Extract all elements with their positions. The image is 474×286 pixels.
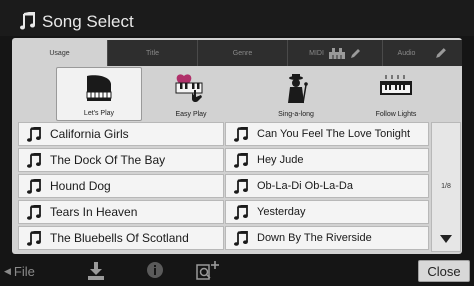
tab-title[interactable]: Title <box>107 40 197 66</box>
list-item[interactable]: Yesterday <box>225 200 429 224</box>
category-label: Sing-a-long <box>278 111 314 118</box>
tab-usage[interactable]: Usage <box>12 40 107 66</box>
heart-keyboard-icon <box>175 74 203 103</box>
close-label: Close <box>427 263 461 279</box>
category-label: Easy Play <box>175 111 207 118</box>
list-item[interactable]: Down By The Riverside <box>225 226 429 250</box>
music-note-icon <box>234 178 248 194</box>
tab-label: Audio <box>397 49 416 57</box>
grand-piano-icon <box>86 75 112 101</box>
song-title: Tears In Heaven <box>50 205 138 219</box>
tab-label: MIDI <box>309 49 324 57</box>
page-scroller[interactable]: 1/8 <box>431 122 461 252</box>
file-label: File <box>13 264 35 279</box>
song-title: The Bluebells Of Scotland <box>50 231 189 245</box>
music-note-icon <box>27 204 41 220</box>
song-title: Down By The Riverside <box>257 232 372 244</box>
category-follow-lights[interactable]: Follow Lights <box>353 67 439 121</box>
category-easy-play[interactable]: Easy Play <box>148 67 234 121</box>
pencil-icon <box>436 48 447 58</box>
song-title: Ob-La-Di Ob-La-Da <box>257 180 353 192</box>
list-item[interactable]: California Girls <box>18 122 224 146</box>
tab-label: Genre <box>232 49 253 57</box>
list-item[interactable]: Hound Dog <box>18 174 224 198</box>
bottom-bar: ◀ File Close <box>0 256 474 286</box>
tab-midi[interactable]: MIDI <box>287 40 382 66</box>
music-note-icon <box>234 230 248 246</box>
search-add-icon[interactable] <box>196 261 220 281</box>
info-icon[interactable] <box>146 261 164 279</box>
song-title: Hey Jude <box>257 154 304 166</box>
list-item[interactable]: Hey Jude <box>225 148 429 172</box>
music-note-icon <box>27 126 41 142</box>
list-item[interactable]: Ob-La-Di Ob-La-Da <box>225 174 429 198</box>
category-sing-a-long[interactable]: Sing-a-long <box>253 67 339 121</box>
tab-label: Title <box>146 49 159 57</box>
keyboard-lights-icon <box>380 75 412 95</box>
singer-icon <box>288 74 308 104</box>
tab-bar: Usage Title Genre MIDI Audio <box>12 40 462 66</box>
song-list: California Girls The Dock Of The Bay Hou… <box>18 122 429 252</box>
page-indicator: 1/8 <box>441 183 451 190</box>
song-title: Yesterday <box>257 206 306 218</box>
category-label: Follow Lights <box>375 111 417 118</box>
music-note-icon <box>27 152 41 168</box>
pencil-icon <box>350 48 360 58</box>
song-title: The Dock Of The Bay <box>50 153 166 167</box>
song-title: Can You Feel The Love Tonight <box>257 128 411 140</box>
song-title: Hound Dog <box>50 179 111 193</box>
category-lets-play[interactable]: Let's Play <box>56 67 142 121</box>
list-item[interactable]: Tears In Heaven <box>18 200 224 224</box>
save-icon[interactable] <box>86 261 106 281</box>
page-down-icon[interactable] <box>440 235 452 243</box>
title-bar: Song Select <box>0 0 474 36</box>
tab-label: Usage <box>49 49 70 57</box>
tab-audio[interactable]: Audio <box>382 40 462 66</box>
list-item[interactable]: Can You Feel The Love Tonight <box>225 122 429 146</box>
window-title: Song Select <box>42 12 134 31</box>
file-button[interactable]: ◀ File <box>4 264 35 279</box>
music-note-icon <box>20 12 35 30</box>
song-title: California Girls <box>50 127 129 141</box>
tab-genre[interactable]: Genre <box>197 40 287 66</box>
music-note-icon <box>234 126 248 142</box>
category-row: Let's Play Easy Play Sing-a-long Follow … <box>18 67 458 121</box>
music-note-icon <box>27 230 41 246</box>
music-note-icon <box>234 204 248 220</box>
category-label: Let's Play <box>83 110 115 117</box>
keyboard-icon <box>328 47 345 59</box>
caret-left-icon: ◀ <box>4 266 11 276</box>
list-item[interactable]: The Dock Of The Bay <box>18 148 224 172</box>
list-item[interactable]: The Bluebells Of Scotland <box>18 226 224 250</box>
close-button[interactable]: Close <box>418 260 470 282</box>
music-note-icon <box>27 178 41 194</box>
music-note-icon <box>234 152 248 168</box>
